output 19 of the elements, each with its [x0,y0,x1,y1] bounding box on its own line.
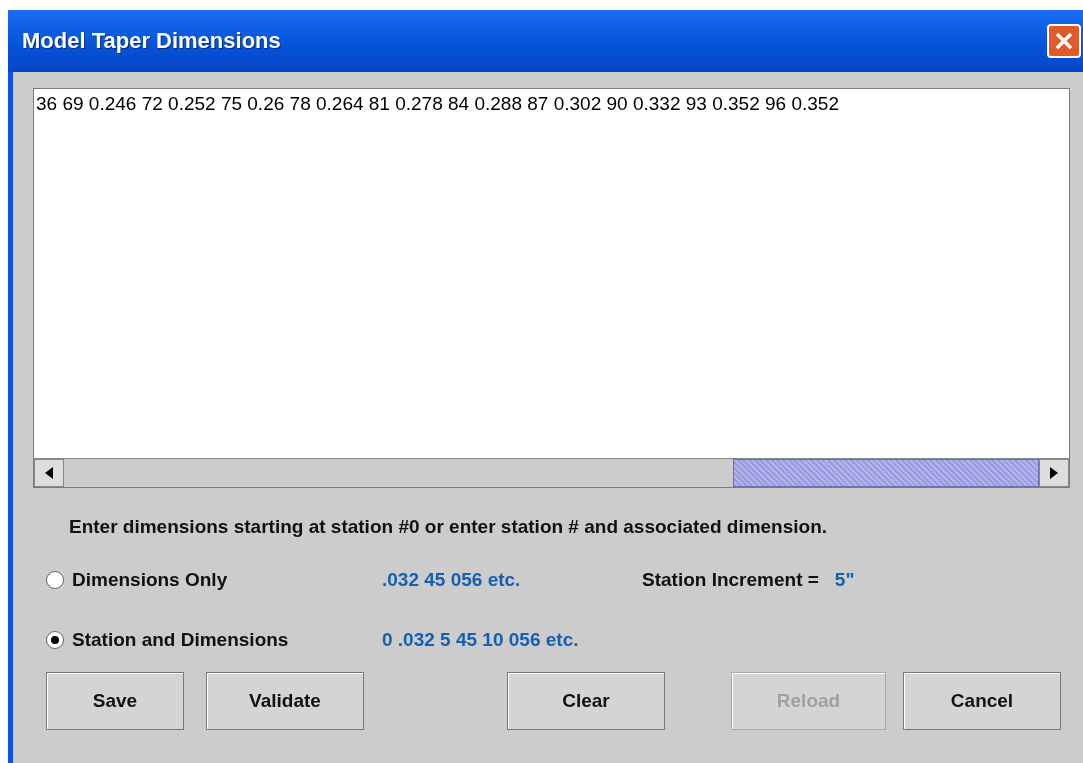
left-arrow-icon[interactable] [45,467,53,479]
format-example: 0 .032 5 45 10 056 etc. [382,629,580,651]
save-button[interactable]: Save [46,672,184,730]
instruction-text: Enter dimensions starting at station #0 or enter station # and associated dimension. [69,516,829,538]
station-increment-value: 5" [834,569,855,591]
radio-dot[interactable] [46,631,64,649]
right-arrow-icon[interactable] [1050,467,1058,479]
validate-button[interactable]: Validate [206,672,364,730]
window-title: Model Taper Dimensions [22,28,281,54]
radio-dot[interactable] [46,571,64,589]
station-increment-label: Station Increment = [642,569,819,591]
radio-option[interactable]: Station and Dimensions [46,629,382,651]
horizontal-scrollbar[interactable] [34,458,1069,487]
cancel-button[interactable]: Cancel [903,672,1061,730]
text-area[interactable]: 36 69 0.246 72 0.252 75 0.26 78 0.264 81 0.278 84 0.288 87 0.302 90 0.332 93 0.352 96 0.352 [33,88,1070,488]
format-example: .032 45 056 etc. [382,569,522,591]
radio-option[interactable]: Dimensions Only [46,569,382,591]
clear-button[interactable]: Clear [507,672,665,730]
close-icon[interactable] [1047,24,1081,58]
